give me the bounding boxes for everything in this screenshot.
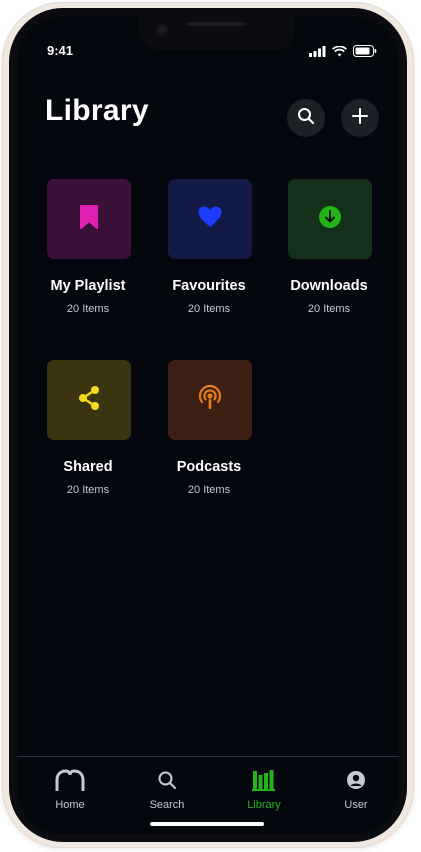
tile-count: 20 Items xyxy=(307,303,351,315)
tab-label: Home xyxy=(55,799,85,811)
phone-frame: 9:41 Library My Playlist 20 Items Favour… xyxy=(2,2,414,848)
bookmark-icon xyxy=(79,204,99,235)
tab-home[interactable]: Home xyxy=(30,757,110,817)
battery-icon xyxy=(353,44,377,62)
status-time: 9:41 xyxy=(47,43,74,58)
tab-search[interactable]: Search xyxy=(127,757,207,817)
tile-count: 20 Items xyxy=(66,303,110,315)
add-button[interactable] xyxy=(341,99,379,137)
tile-icon-box xyxy=(288,179,372,259)
tile-label: Shared xyxy=(63,459,113,475)
notch xyxy=(139,16,295,50)
search-button[interactable] xyxy=(287,99,325,137)
library-tile-podcasts[interactable]: Podcasts 20 Items xyxy=(150,360,268,510)
tile-count: 20 Items xyxy=(187,303,231,315)
tile-label: Favourites xyxy=(172,278,246,294)
search-icon xyxy=(151,767,183,793)
wifi-icon xyxy=(332,44,347,62)
tile-icon-box xyxy=(47,360,131,440)
library-tile-favourites[interactable]: Favourites 20 Items xyxy=(150,179,268,329)
tile-icon-box xyxy=(47,179,131,259)
library-tile-shared[interactable]: Shared 20 Items xyxy=(29,360,147,510)
tile-icon-box xyxy=(168,179,252,259)
front-camera xyxy=(155,23,169,37)
tile-count: 20 Items xyxy=(66,484,110,496)
podcast-icon xyxy=(197,384,223,417)
share-icon xyxy=(76,385,102,416)
phone-bezel: 9:41 Library My Playlist 20 Items Favour… xyxy=(9,8,407,842)
tile-label: Downloads xyxy=(290,278,368,294)
tile-count: 20 Items xyxy=(187,484,231,496)
library-icon xyxy=(248,767,280,793)
search-icon xyxy=(297,107,315,130)
heart-icon xyxy=(197,205,223,234)
library-tile-my-playlist[interactable]: My Playlist 20 Items xyxy=(29,179,147,329)
tab-user[interactable]: User xyxy=(316,757,396,817)
tab-label: Library xyxy=(247,799,281,811)
tab-label: User xyxy=(344,799,368,811)
status-icons xyxy=(309,44,377,62)
signal-icon xyxy=(309,44,326,62)
user-icon xyxy=(340,767,372,793)
tile-icon-box xyxy=(168,360,252,440)
tab-label: Search xyxy=(149,799,185,811)
page-title: Library xyxy=(45,94,149,127)
library-tile-downloads[interactable]: Downloads 20 Items xyxy=(270,179,388,329)
home-icon xyxy=(54,767,86,793)
plus-icon xyxy=(351,107,369,130)
screen: 9:41 Library My Playlist 20 Items Favour… xyxy=(17,16,399,834)
tab-library[interactable]: Library xyxy=(224,757,304,817)
home-indicator xyxy=(150,822,264,826)
tile-label: Podcasts xyxy=(176,459,242,475)
tile-label: My Playlist xyxy=(50,278,126,294)
download-icon xyxy=(318,205,342,234)
earpiece-speaker xyxy=(187,22,247,26)
